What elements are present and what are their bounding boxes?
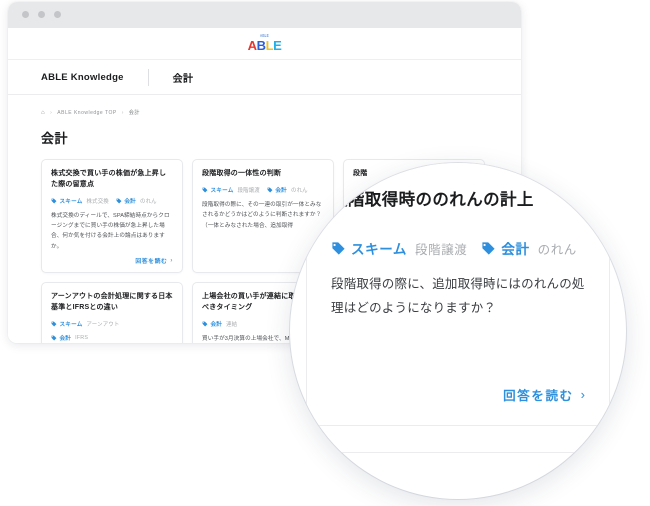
able-logo[interactable]: ABLE A B L E (238, 32, 292, 56)
breadcrumb: ⌂ › ABLE Knowledge TOP › 会計 (41, 109, 521, 117)
card-title: 株式交換で買い手の株価が急上昇した際の留意点 (51, 170, 167, 188)
nav-current-section[interactable]: 会計 (173, 70, 194, 85)
nav-brand[interactable]: ABLE Knowledge (41, 72, 124, 83)
tag-icon (116, 198, 122, 204)
knowledge-card[interactable]: アーンアウトの会計処理に関する日本基準とIFRSとの違い スキーム アーンアウト… (41, 282, 183, 343)
chevron-right-icon: › (170, 257, 173, 264)
card-tag-row: スキーム アーンアウト (51, 320, 173, 328)
tag-value: のれん (139, 198, 157, 205)
magnifier-overlay: 段階取得時ののれんの計上 スキーム 段階譲渡 会計 のれん 段階取得の際に、追加… (290, 163, 626, 499)
window-dot-maximize[interactable] (54, 11, 61, 18)
card-body: 株式交換のディールで、SPA締結時点からクロージングまでに買い手の株価が急上昇し… (51, 212, 170, 250)
tag-value: 連結 (226, 321, 238, 328)
magnified-knowledge-card[interactable]: 段階取得時ののれんの計上 スキーム 段階譲渡 会計 のれん 段階取得の際に、追加… (306, 163, 610, 453)
window-dot-minimize[interactable] (38, 11, 45, 18)
tag-icon (51, 198, 57, 204)
tag-label: 会計 (124, 198, 136, 205)
page-title: 会計 (41, 131, 69, 146)
logo-wordmark: A B L E (248, 39, 282, 52)
nav-divider (147, 68, 149, 86)
read-answer-label: 回答を読む (135, 259, 168, 265)
chevron-right-icon: › (580, 387, 585, 402)
window-controls (22, 11, 61, 18)
site-navbar: ABLE Knowledge 会計 (8, 60, 521, 95)
magnified-card-divider (307, 425, 609, 426)
site-logo-bar: ABLE A B L E (8, 28, 521, 60)
tag-value: 段階譲渡 (415, 242, 468, 257)
tag-icon (51, 321, 57, 327)
magnified-card-tag-row: スキーム 段階譲渡 会計 のれん (331, 238, 585, 258)
card-tag[interactable]: スキーム (331, 238, 407, 258)
breadcrumb-separator: › (121, 109, 124, 116)
breadcrumb-separator: › (50, 109, 53, 116)
magnified-card-body: 段階取得の際に、追加取得時にはのれんの処理はどのようになりますか？ (331, 277, 585, 316)
breadcrumb-item-current: 会計 (128, 110, 140, 116)
card-tag-row: 会計 IFRS (51, 334, 173, 342)
read-answer-label: 回答を読む (503, 389, 574, 403)
tag-value: のれん (537, 242, 577, 257)
tag-icon (267, 187, 273, 193)
logo-letter-b: B (256, 38, 266, 54)
tag-label: スキーム (59, 321, 83, 328)
read-answer-link[interactable]: 回答を読む › (503, 385, 585, 404)
home-icon[interactable]: ⌂ (41, 110, 45, 116)
tag-icon (51, 335, 57, 341)
screenshot-stage: ABLE A B L E ABLE Knowledge 会計 ⌂ › ABLE … (0, 0, 650, 506)
tag-label: 会計 (59, 335, 72, 342)
card-tag[interactable]: 会計 (116, 197, 136, 205)
tag-label: スキーム (351, 242, 407, 258)
card-tag[interactable]: 会計 (202, 320, 222, 328)
tag-icon (202, 187, 208, 193)
card-tag-row: スキーム 株式交換 会計 のれん (51, 197, 173, 205)
tag-icon (481, 241, 496, 256)
logo-letter-a: A (247, 38, 257, 54)
knowledge-card[interactable]: 株式交換で買い手の株価が急上昇した際の留意点 スキーム 株式交換 会計 のれん (41, 159, 183, 273)
window-dot-close[interactable] (22, 11, 29, 18)
card-tag[interactable]: スキーム (202, 186, 234, 194)
tag-label: スキーム (210, 187, 234, 194)
magnified-card-title: 段階取得時ののれんの計上 (331, 191, 534, 209)
browser-titlebar (8, 2, 521, 28)
breadcrumb-item-top[interactable]: ABLE Knowledge TOP (57, 110, 116, 116)
card-tag[interactable]: スキーム (51, 320, 83, 328)
logo-letter-l: L (265, 38, 274, 54)
card-tag[interactable]: スキーム (51, 197, 83, 205)
logo-kicker: ABLE (260, 33, 269, 39)
tag-icon (331, 241, 346, 256)
card-title: アーンアウトの会計処理に関する日本基準とIFRSとの違い (51, 293, 173, 311)
card-tag[interactable]: 会計 (267, 186, 287, 194)
tag-label: 会計 (275, 187, 287, 194)
logo-letter-e: E (273, 38, 282, 54)
card-tag[interactable]: 会計 (51, 334, 71, 342)
tag-icon (202, 321, 208, 327)
tag-label: 会計 (210, 321, 223, 328)
read-answer-link[interactable]: 回答を読む › (135, 256, 173, 266)
tag-value: 段階譲渡 (237, 187, 260, 194)
tag-value: 株式交換 (86, 198, 109, 205)
tag-label: スキーム (59, 198, 83, 205)
card-tag[interactable]: 会計 (481, 238, 529, 258)
tag-value: IFRS (75, 334, 89, 341)
tag-label: 会計 (501, 242, 530, 258)
tag-value: アーンアウト (86, 321, 120, 328)
